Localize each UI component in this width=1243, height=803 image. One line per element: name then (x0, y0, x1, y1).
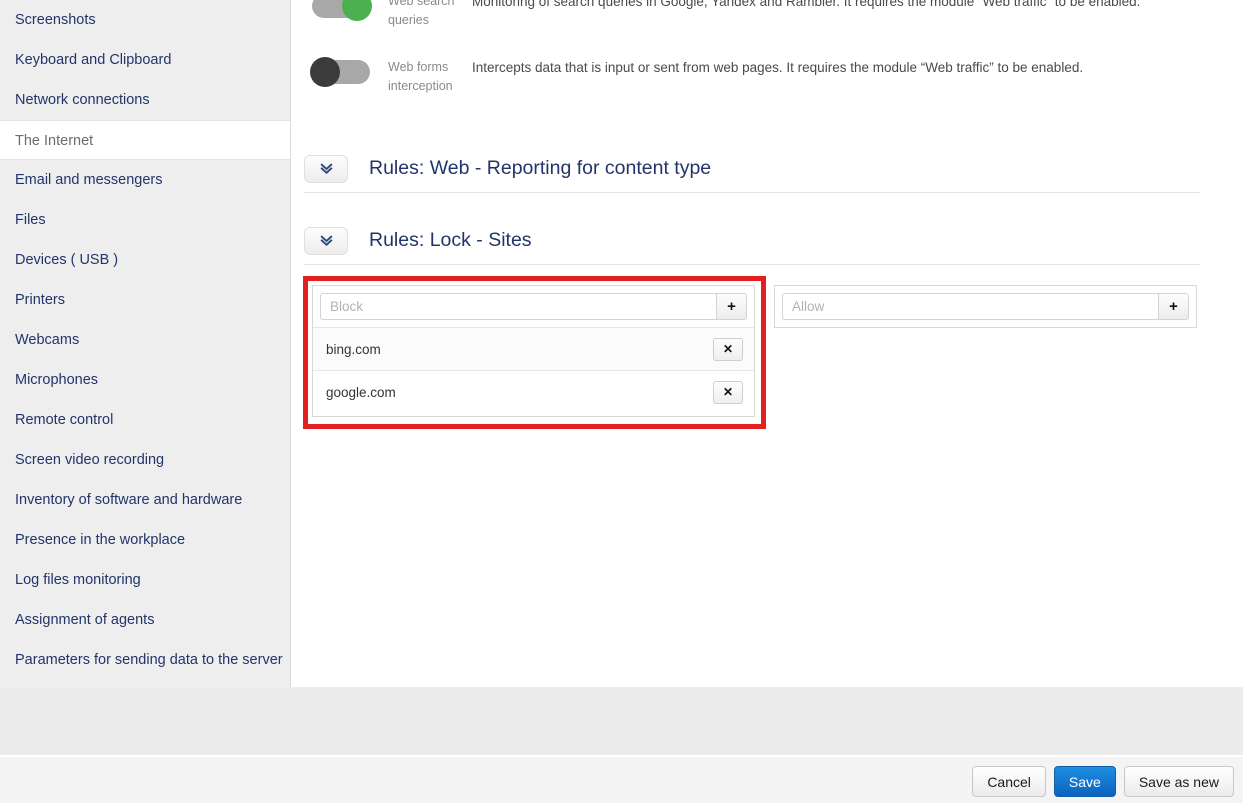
footer-actions: Cancel Save Save as new (972, 766, 1234, 797)
setting-label-web-search-queries: Web search queries (388, 0, 460, 30)
sidebar-item-printers[interactable]: Printers (0, 280, 290, 320)
sidebar-item-inventory-of-software-and-hardware[interactable]: Inventory of software and hardware (0, 480, 290, 520)
sidebar-item-label: Inventory of software and hardware (15, 492, 242, 508)
settings-main-panel: Web search queries Monitoring of search … (292, 0, 1243, 687)
sidebar-item-devices-usb[interactable]: Devices ( USB ) (0, 240, 290, 280)
sidebar-item-screen-video-recording[interactable]: Screen video recording (0, 440, 290, 480)
settings-page: Screenshots Keyboard and Clipboard Netwo… (0, 0, 1243, 803)
block-add-row: + (313, 286, 754, 327)
sidebar-item-label: Screenshots (15, 12, 96, 28)
setting-description-web-forms-interception: Intercepts data that is input or sent fr… (472, 58, 1083, 77)
sidebar-item-the-internet[interactable]: The Internet (0, 120, 291, 160)
sidebar-item-log-files-monitoring[interactable]: Log files monitoring (0, 560, 290, 600)
cancel-button[interactable]: Cancel (972, 766, 1046, 797)
block-input[interactable] (320, 293, 716, 320)
allow-add-row: + (775, 286, 1196, 327)
sidebar-item-remote-control[interactable]: Remote control (0, 400, 290, 440)
sidebar-item-network-connections[interactable]: Network connections (0, 80, 290, 120)
block-list-item: google.com ✕ (313, 370, 754, 413)
sidebar-item-parameters-for-sending-data-to-the-server[interactable]: Parameters for sending data to the serve… (0, 640, 290, 680)
sidebar-item-label: Webcams (15, 332, 79, 348)
sidebar-item-label: Screen video recording (15, 452, 164, 468)
save-button[interactable]: Save (1054, 766, 1116, 797)
setting-row-web-forms-interception: Web forms interception Intercepts data t… (312, 58, 1083, 96)
block-list-item-label: google.com (326, 385, 396, 400)
sidebar-item-label: Printers (15, 292, 65, 308)
section-header[interactable]: Rules: Lock - Sites (304, 217, 1217, 264)
section-header[interactable]: Rules: Web - Reporting for content type (304, 145, 1217, 192)
section-rules-web-reporting-for-content-type: Rules: Web - Reporting for content type (304, 145, 1217, 193)
footer-bar: Cancel Save Save as new (0, 756, 1243, 803)
sidebar-item-microphones[interactable]: Microphones (0, 360, 290, 400)
sidebar-item-files[interactable]: Files (0, 200, 290, 240)
block-list-panel: + bing.com ✕ google.com ✕ (312, 285, 755, 417)
block-remove-button[interactable]: ✕ (713, 338, 743, 361)
setting-row-web-search-queries: Web search queries Monitoring of search … (312, 0, 1140, 30)
sidebar-item-label: Email and messengers (15, 172, 163, 188)
sidebar-item-screenshots[interactable]: Screenshots (0, 0, 290, 40)
block-list-item: bing.com ✕ (313, 327, 754, 370)
toggle-knob (342, 0, 372, 21)
chevron-double-down-icon[interactable] (304, 155, 348, 183)
sidebar-item-label: Microphones (15, 372, 98, 388)
chevron-double-down-icon[interactable] (304, 227, 348, 255)
sidebar-item-label: Remote control (15, 412, 113, 428)
sidebar-item-label: Presence in the workplace (15, 532, 185, 548)
sidebar-item-keyboard-and-clipboard[interactable]: Keyboard and Clipboard (0, 40, 290, 80)
block-list-item-label: bing.com (326, 342, 381, 357)
section-divider (304, 264, 1200, 265)
sidebar-item-presence-in-the-workplace[interactable]: Presence in the workplace (0, 520, 290, 560)
sidebar-item-label: Log files monitoring (15, 572, 141, 588)
sidebar-item-assignment-of-agents[interactable]: Assignment of agents (0, 600, 290, 640)
allow-input[interactable] (782, 293, 1158, 320)
sidebar-item-label: Files (15, 212, 46, 228)
sidebar-item-label: Assignment of agents (15, 612, 154, 628)
block-remove-button[interactable]: ✕ (713, 381, 743, 404)
setting-label-web-forms-interception: Web forms interception (388, 58, 460, 96)
lock-sites-lists: + bing.com ✕ google.com ✕ + (292, 276, 1243, 431)
save-as-new-button[interactable]: Save as new (1124, 766, 1234, 797)
allow-list-panel: + (774, 285, 1197, 328)
block-add-button[interactable]: + (716, 293, 747, 320)
sidebar-item-label: Network connections (15, 92, 150, 108)
section-title: Rules: Lock - Sites (369, 229, 532, 252)
toggle-knob (310, 57, 340, 87)
setting-description-web-search-queries: Monitoring of search queries in Google, … (472, 0, 1140, 11)
allow-add-button[interactable]: + (1158, 293, 1189, 320)
section-divider (304, 192, 1200, 193)
sidebar-item-label: The Internet (15, 133, 93, 149)
content-bottom-band (0, 687, 1243, 755)
sidebar-item-label: Keyboard and Clipboard (15, 52, 171, 68)
toggle-web-search-queries[interactable] (312, 0, 370, 18)
sidebar-item-label: Parameters for sending data to the serve… (15, 652, 283, 668)
section-title: Rules: Web - Reporting for content type (369, 157, 711, 180)
toggle-web-forms-interception[interactable] (312, 60, 370, 84)
sidebar-item-label: Devices ( USB ) (15, 252, 118, 268)
sidebar-item-webcams[interactable]: Webcams (0, 320, 290, 360)
section-rules-lock-sites: Rules: Lock - Sites (304, 217, 1217, 265)
sidebar-item-email-and-messengers[interactable]: Email and messengers (0, 160, 290, 200)
sidebar-nav: Screenshots Keyboard and Clipboard Netwo… (0, 0, 291, 687)
